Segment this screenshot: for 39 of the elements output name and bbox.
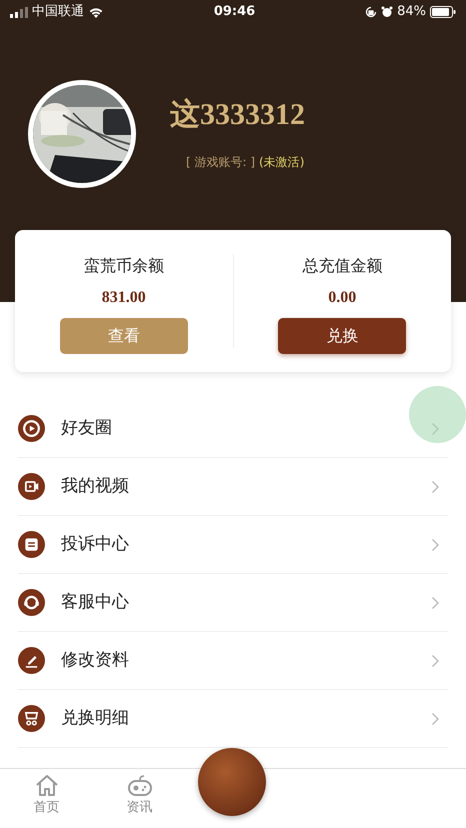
menu-item[interactable]: 客服中心 (18, 574, 448, 632)
balance-button[interactable]: 兑换 (278, 318, 406, 354)
battery-percent: 84% (397, 3, 426, 22)
alarm-icon (381, 6, 394, 18)
menu-item[interactable]: 我的视频 (18, 458, 448, 516)
carrier-name: 中国联通 (32, 3, 84, 22)
cart-icon (18, 705, 45, 732)
home-icon (34, 773, 60, 798)
battery-icon (430, 6, 456, 18)
user-name: 这3333312 (170, 96, 305, 132)
chevron-right-icon (431, 654, 440, 668)
rotation-lock-icon (365, 6, 378, 18)
chevron-right-icon (431, 596, 440, 610)
menu-item[interactable]: 兑换明细 (18, 690, 448, 748)
tab-bar-item[interactable]: 首页 (0, 769, 93, 828)
pencil-icon (18, 647, 45, 674)
balance-label: 蛮荒币余额 (84, 255, 164, 277)
account-label: [ 游戏账号: ] (186, 154, 256, 170)
clock-time: 09:46 (214, 3, 256, 22)
play-icon (18, 415, 45, 442)
headset-icon (18, 589, 45, 616)
balance-amount: 0.00 (328, 288, 356, 308)
chevron-right-icon (431, 712, 440, 726)
video-icon (18, 473, 45, 500)
balance-amount: 831.00 (102, 288, 146, 308)
gamepad-icon (126, 773, 152, 798)
chevron-right-icon (431, 480, 440, 494)
account-status: (未激活) (259, 154, 304, 170)
signal-icon (10, 6, 28, 18)
message-icon (18, 531, 45, 558)
chevron-right-icon (431, 422, 440, 436)
menu-item[interactable]: 好友圈 (18, 400, 448, 458)
balance-label: 总充值金额 (302, 255, 382, 277)
chevron-right-icon (431, 538, 440, 552)
center-action-button[interactable] (198, 748, 266, 816)
wifi-icon (88, 6, 104, 18)
tab-bar-item[interactable]: 资讯 (93, 769, 186, 828)
menu-item[interactable]: 投诉中心 (18, 516, 448, 574)
menu-item[interactable]: 修改资料 (18, 632, 448, 690)
